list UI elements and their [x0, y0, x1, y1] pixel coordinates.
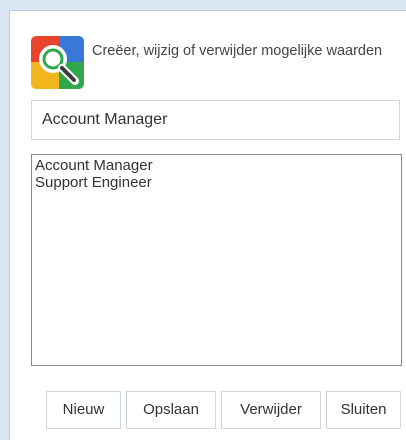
value-input[interactable] — [31, 100, 400, 140]
search-app-icon — [31, 36, 84, 89]
save-button[interactable]: Opslaan — [126, 391, 216, 429]
values-listbox[interactable]: Account Manager Support Engineer — [31, 154, 402, 366]
close-button[interactable]: Sluiten — [326, 391, 401, 429]
dialog-header: Creëer, wijzig of verwijder mogelijke wa… — [31, 36, 403, 96]
new-button[interactable]: Nieuw — [46, 391, 121, 429]
list-item[interactable]: Account Manager — [35, 157, 398, 174]
delete-button[interactable]: Verwijder — [221, 391, 321, 429]
dialog-panel: Creëer, wijzig of verwijder mogelijke wa… — [9, 10, 406, 440]
dialog-description: Creëer, wijzig of verwijder mogelijke wa… — [92, 43, 383, 59]
list-item[interactable]: Support Engineer — [35, 174, 398, 191]
